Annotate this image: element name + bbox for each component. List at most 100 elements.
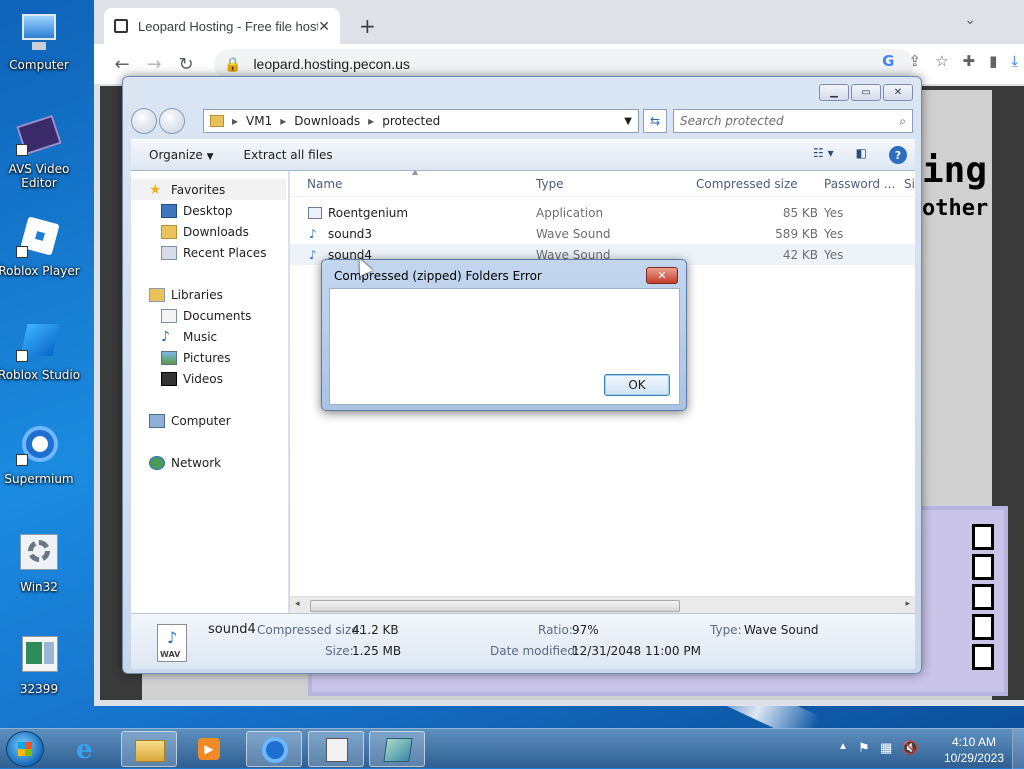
dropdown-arrow-icon[interactable]: ▼ bbox=[624, 116, 632, 127]
taskbar-media-player[interactable]: ▶ bbox=[180, 731, 236, 767]
nav-network[interactable]: Network bbox=[131, 452, 288, 473]
desktop-icon-avs-video-editor[interactable]: AVS Video Editor bbox=[0, 114, 82, 190]
nav-documents[interactable]: Documents bbox=[131, 305, 288, 326]
address-bar[interactable]: 🔒 leopard.hosting.pecon.us bbox=[214, 49, 914, 79]
windows-logo-icon bbox=[18, 742, 32, 756]
minimize-button[interactable]: ▁ bbox=[819, 84, 849, 101]
dialog-close-button[interactable]: ✕ bbox=[646, 267, 678, 284]
tab-search-chevron-icon[interactable]: ⌄ bbox=[964, 12, 976, 28]
extract-all-button[interactable]: Extract all files bbox=[244, 148, 333, 162]
column-header-compressed-size[interactable]: Compressed size bbox=[696, 177, 798, 191]
share-icon[interactable]: ⇪ bbox=[908, 52, 921, 70]
preview-pane-icon[interactable]: ◧ bbox=[856, 146, 867, 164]
table-row[interactable]: ♪ sound3 Wave Sound 589 KB Yes bbox=[290, 223, 915, 244]
nav-videos[interactable]: Videos bbox=[131, 368, 288, 389]
back-arrow-icon[interactable]: ← bbox=[106, 54, 138, 75]
panel-square[interactable] bbox=[972, 644, 994, 670]
organize-button[interactable]: Organize ▼ bbox=[149, 148, 214, 162]
panel-square[interactable] bbox=[972, 584, 994, 610]
taskbar-internet-explorer[interactable]: e bbox=[62, 731, 118, 767]
nav-pictures[interactable]: Pictures bbox=[131, 347, 288, 368]
extensions-icon[interactable]: ✚ bbox=[963, 52, 976, 70]
network-icon bbox=[149, 455, 165, 470]
taskbar-app-window[interactable] bbox=[308, 731, 364, 767]
browser-actions: G ⇪ ☆ ✚ ▮ ⤓ bbox=[882, 52, 1018, 70]
breadcrumb[interactable]: ▸ VM1 ▸ Downloads ▸ protected ▼ bbox=[203, 109, 639, 133]
maximize-button[interactable]: ▭ bbox=[851, 84, 881, 101]
taskbar-supermium[interactable] bbox=[246, 731, 302, 767]
horizontal-scrollbar[interactable]: ◂ ▸ bbox=[290, 596, 915, 613]
nav-desktop[interactable]: Desktop bbox=[131, 200, 288, 221]
forward-button[interactable] bbox=[159, 108, 185, 134]
close-window-button[interactable]: ✕ bbox=[883, 84, 913, 101]
panel-square[interactable] bbox=[972, 524, 994, 550]
panel-square[interactable] bbox=[972, 614, 994, 640]
show-desktop-button[interactable] bbox=[1012, 729, 1024, 769]
column-header-size[interactable]: Si bbox=[904, 177, 915, 191]
nav-music[interactable]: ♪ Music bbox=[131, 326, 288, 347]
new-tab-button[interactable]: + bbox=[359, 14, 376, 38]
panel-square[interactable] bbox=[972, 554, 994, 580]
column-header-type[interactable]: Type bbox=[536, 177, 564, 191]
column-header-password[interactable]: Password ... bbox=[824, 177, 895, 191]
view-options-icon[interactable]: ☷ ▾ bbox=[813, 146, 834, 164]
roblox-icon bbox=[16, 216, 62, 262]
app-window-icon bbox=[326, 738, 348, 762]
breadcrumb-item[interactable]: Downloads bbox=[294, 114, 360, 128]
desktop-icon-roblox-studio[interactable]: Roblox Studio bbox=[0, 320, 82, 382]
tab-title: Leopard Hosting - Free file host bbox=[138, 18, 319, 34]
breadcrumb-item[interactable]: VM1 bbox=[246, 114, 272, 128]
taskbar: e ▶ ▲ ⚑ ▦ 🔇 4:10 AM 10/29/2023 bbox=[0, 728, 1024, 769]
scroll-right-icon[interactable]: ▸ bbox=[905, 599, 910, 609]
network-status-icon[interactable]: ▦ bbox=[880, 740, 892, 756]
download-icon[interactable]: ⤓ bbox=[1011, 52, 1018, 70]
nav-libraries[interactable]: Libraries bbox=[131, 284, 288, 305]
taskbar-image-app[interactable] bbox=[369, 731, 425, 767]
error-dialog: Compressed (zipped) Folders Error ✕ OK bbox=[321, 259, 687, 411]
sidebar-icon[interactable]: ▮ bbox=[989, 52, 997, 70]
search-input[interactable]: Search protected ⌕ bbox=[673, 109, 913, 133]
file-password: Yes bbox=[824, 247, 844, 262]
internet-explorer-icon: e bbox=[76, 735, 93, 765]
dropdown-arrow-icon: ▼ bbox=[206, 152, 214, 162]
forward-arrow-icon[interactable]: → bbox=[138, 54, 170, 75]
nav-computer[interactable]: Computer bbox=[131, 410, 288, 431]
start-button[interactable] bbox=[6, 731, 44, 767]
recent-places-icon bbox=[161, 245, 177, 260]
scrollbar-thumb[interactable] bbox=[310, 600, 680, 612]
scroll-left-icon[interactable]: ◂ bbox=[295, 599, 300, 609]
film-icon bbox=[16, 114, 62, 160]
desktop-icon-computer[interactable]: Computer bbox=[0, 10, 82, 72]
desktop-icon-supermium[interactable]: Supermium bbox=[0, 424, 82, 486]
sort-indicator-icon: ▲ bbox=[412, 171, 419, 176]
taskbar-clock[interactable]: 4:10 AM 10/29/2023 bbox=[944, 734, 1004, 766]
file-name: sound3 bbox=[328, 226, 373, 241]
column-header-name[interactable]: Name bbox=[307, 177, 342, 191]
reload-icon[interactable]: ↻ bbox=[170, 54, 202, 75]
browser-tab[interactable]: Leopard Hosting - Free file host ✕ bbox=[104, 8, 340, 44]
google-icon[interactable]: G bbox=[882, 52, 894, 70]
desktop-icon-roblox-player[interactable]: Roblox Player bbox=[0, 216, 82, 278]
volume-muted-icon[interactable]: 🔇 bbox=[902, 740, 918, 756]
show-hidden-icons-icon[interactable]: ▲ bbox=[838, 741, 848, 752]
desktop-icon-32399[interactable]: 32399 bbox=[0, 634, 82, 696]
taskbar-file-explorer[interactable] bbox=[121, 731, 177, 767]
close-tab-icon[interactable]: ✕ bbox=[318, 18, 330, 35]
application-icon bbox=[308, 206, 322, 219]
ok-button[interactable]: OK bbox=[604, 374, 670, 396]
nav-recent-places[interactable]: Recent Places bbox=[131, 242, 288, 263]
refresh-button[interactable]: ⇆ bbox=[643, 109, 667, 133]
ratio-value: 97% bbox=[572, 623, 599, 637]
wav-file-icon: ♪ WAV bbox=[157, 624, 187, 662]
back-button[interactable] bbox=[131, 108, 157, 134]
help-icon[interactable]: ? bbox=[889, 146, 907, 164]
breadcrumb-item[interactable]: protected bbox=[382, 114, 440, 128]
date-modified-label: Date modified: bbox=[490, 644, 580, 658]
action-center-icon[interactable]: ⚑ bbox=[858, 740, 870, 756]
star-icon[interactable]: ☆ bbox=[935, 52, 948, 70]
nav-favorites[interactable]: ★ Favorites bbox=[131, 179, 286, 200]
nav-downloads[interactable]: Downloads bbox=[131, 221, 288, 242]
table-row[interactable]: Roentgenium Application 85 KB Yes bbox=[290, 202, 915, 223]
url-text: leopard.hosting.pecon.us bbox=[253, 56, 410, 72]
desktop-icon-win32[interactable]: Win32 bbox=[0, 532, 82, 594]
